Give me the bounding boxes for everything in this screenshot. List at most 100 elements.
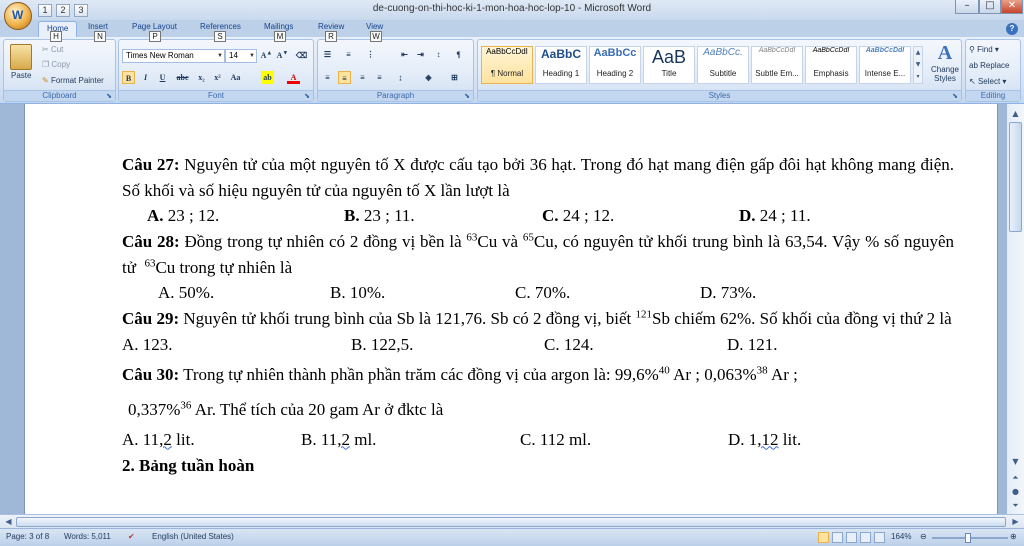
maximize-button[interactable]: □ — [979, 0, 1001, 14]
browse-object-icon[interactable]: ● — [1008, 484, 1023, 499]
shrink-font-icon[interactable]: A▼ — [276, 49, 289, 62]
close-button[interactable]: ✕ — [1001, 0, 1023, 14]
font-color-icon[interactable]: A — [287, 71, 300, 84]
clear-format-icon[interactable]: ⌫ — [295, 49, 308, 62]
tab-review-label: Review — [318, 22, 345, 31]
vertical-scroll-thumb[interactable] — [1009, 122, 1022, 232]
minimize-button[interactable]: – — [955, 0, 979, 14]
scroll-up-icon[interactable]: ▲ — [1008, 106, 1023, 121]
superscript-icon[interactable]: x² — [211, 71, 224, 84]
copy-button[interactable]: ❐ Copy — [42, 60, 70, 69]
tab-view[interactable]: View — [366, 22, 383, 31]
format-painter-button[interactable]: ✎ Format Painter — [42, 76, 104, 85]
paragraph-launcher-icon[interactable]: ⬊ — [464, 92, 470, 100]
font-launcher-icon[interactable]: ⬊ — [304, 92, 310, 100]
option-30-a-suffix: lit. — [171, 429, 195, 449]
find-button[interactable]: ⚲ Find ▾ — [969, 45, 999, 54]
page-count[interactable]: Page: 3 of 8 — [6, 532, 49, 541]
cut-button[interactable]: ✂ Cut — [42, 45, 63, 54]
replace-button[interactable]: ab Replace — [969, 61, 1010, 70]
align-right-icon[interactable]: ≡ — [356, 71, 369, 84]
show-marks-icon[interactable]: ¶ — [452, 48, 465, 61]
shading-icon[interactable]: ◈ — [422, 71, 435, 84]
word-count[interactable]: Words: 5,011 — [64, 532, 111, 541]
print-layout-view-icon[interactable] — [818, 532, 829, 543]
zoom-slider-knob[interactable] — [965, 533, 971, 543]
style-emphasis-sample: AaBbCcDdI — [812, 47, 850, 54]
change-styles-button[interactable]: A Change Styles — [930, 42, 960, 83]
outline-view-icon[interactable] — [860, 532, 871, 543]
isotope-121-sup: 121 — [635, 308, 653, 321]
tab-page-layout[interactable]: Page Layout — [132, 22, 177, 31]
styles-launcher-icon[interactable]: ⬊ — [952, 92, 958, 100]
full-screen-reading-view-icon[interactable] — [832, 532, 843, 543]
vertical-scrollbar[interactable]: ▲ ▼ ⏶ ● ⏷ — [1007, 104, 1024, 514]
style-intense-emphasis[interactable]: AaBbCcDdI Intense E... — [859, 46, 911, 84]
scroll-left-icon[interactable]: ◀ — [1, 514, 16, 529]
question-27-number: Câu 27: — [122, 155, 180, 174]
horizontal-scrollbar[interactable]: ◀ ▶ — [0, 514, 1024, 528]
qat-redo-button[interactable]: 3 — [74, 4, 88, 17]
sort-icon[interactable]: ↕ — [432, 48, 445, 61]
language-indicator[interactable]: English (United States) — [152, 532, 234, 541]
style-title[interactable]: AaB Title — [643, 46, 695, 84]
brush-icon: ✎ — [42, 76, 49, 85]
highlight-icon[interactable]: ab — [261, 71, 274, 84]
tab-insert[interactable]: Insert — [88, 22, 108, 31]
style-subtitle[interactable]: AaBbCc. Subtitle — [697, 46, 749, 84]
font-name-box[interactable]: Times New Roman ▼ — [122, 49, 225, 63]
clipboard-launcher-icon[interactable]: ⬊ — [106, 92, 112, 100]
multilevel-list-icon[interactable]: ⋮ — [364, 48, 377, 61]
underline-icon[interactable]: U — [156, 71, 169, 84]
style-heading-2[interactable]: AaBbCc Heading 2 — [589, 46, 641, 84]
question-27-options: A. 23 ; 12. B. 23 ; 11. C. 24 ; 12. D. 2… — [122, 203, 954, 229]
style-emphasis[interactable]: AaBbCcDdI Emphasis — [805, 46, 857, 84]
qat-undo-button[interactable]: 2 — [56, 4, 70, 17]
zoom-slider[interactable] — [932, 533, 1008, 543]
tab-references[interactable]: References — [200, 22, 241, 31]
change-case-icon[interactable]: Aa — [229, 71, 242, 84]
borders-icon[interactable]: ⊞ — [448, 71, 461, 84]
style-subtle-emphasis[interactable]: AaBbCcDdI Subtle Em... — [751, 46, 803, 84]
justify-icon[interactable]: ≡ — [373, 71, 386, 84]
numbering-icon[interactable]: ≡ — [342, 48, 355, 61]
qat-save-button[interactable]: 1 — [38, 4, 52, 17]
style-heading-1[interactable]: AaBbC Heading 1 — [535, 46, 587, 84]
office-button[interactable]: W — [4, 2, 32, 30]
tab-mailings[interactable]: Mailings — [264, 22, 293, 31]
next-page-icon[interactable]: ⏷ — [1008, 498, 1023, 513]
line-spacing-icon[interactable]: ↨ — [394, 71, 407, 84]
font-size-dropdown-icon: ▼ — [249, 53, 255, 59]
style-normal[interactable]: AaBbCcDdI ¶ Normal — [481, 46, 533, 84]
scroll-down-icon[interactable]: ▼ — [1008, 454, 1023, 469]
proofing-icon[interactable]: ✔ — [128, 532, 135, 541]
grow-font-icon[interactable]: A▲ — [260, 49, 273, 62]
paste-button[interactable]: Paste — [11, 71, 31, 80]
previous-page-icon[interactable]: ⏶ — [1008, 470, 1023, 485]
zoom-level[interactable]: 164% — [891, 532, 911, 541]
zoom-out-icon[interactable]: ⊖ — [920, 532, 927, 541]
scroll-right-icon[interactable]: ▶ — [1008, 514, 1023, 529]
draft-view-icon[interactable] — [874, 532, 885, 543]
isotope-40-sup: 40 — [658, 363, 670, 376]
decrease-indent-icon[interactable]: ⇤ — [398, 48, 411, 61]
option-30-d-suffix: lit. — [778, 429, 802, 449]
bullets-icon[interactable]: ☰ — [321, 48, 334, 61]
tab-review[interactable]: Review — [318, 22, 344, 31]
help-icon[interactable]: ? — [1006, 23, 1018, 35]
styles-scroll-icon[interactable]: ▲ ▼ ▾ — [913, 46, 923, 84]
italic-icon[interactable]: I — [139, 71, 152, 84]
document-page[interactable]: Câu 27: Nguyên tử của một nguyên tố X đư… — [24, 104, 998, 514]
web-layout-view-icon[interactable] — [846, 532, 857, 543]
subscript-icon[interactable]: x₂ — [195, 71, 208, 84]
font-size-box[interactable]: 14 ▼ — [225, 49, 257, 63]
bold-icon[interactable]: B — [122, 71, 135, 84]
increase-indent-icon[interactable]: ⇥ — [414, 48, 427, 61]
select-button[interactable]: ↖ Select ▾ — [969, 77, 1006, 86]
align-center-icon[interactable]: ≡ — [338, 71, 351, 84]
strikethrough-icon[interactable]: abc — [176, 71, 189, 84]
horizontal-scroll-thumb[interactable] — [16, 517, 1006, 527]
font-name-value: Times New Roman — [126, 51, 194, 60]
zoom-in-icon[interactable]: ⊕ — [1010, 532, 1017, 541]
align-left-icon[interactable]: ≡ — [321, 71, 334, 84]
